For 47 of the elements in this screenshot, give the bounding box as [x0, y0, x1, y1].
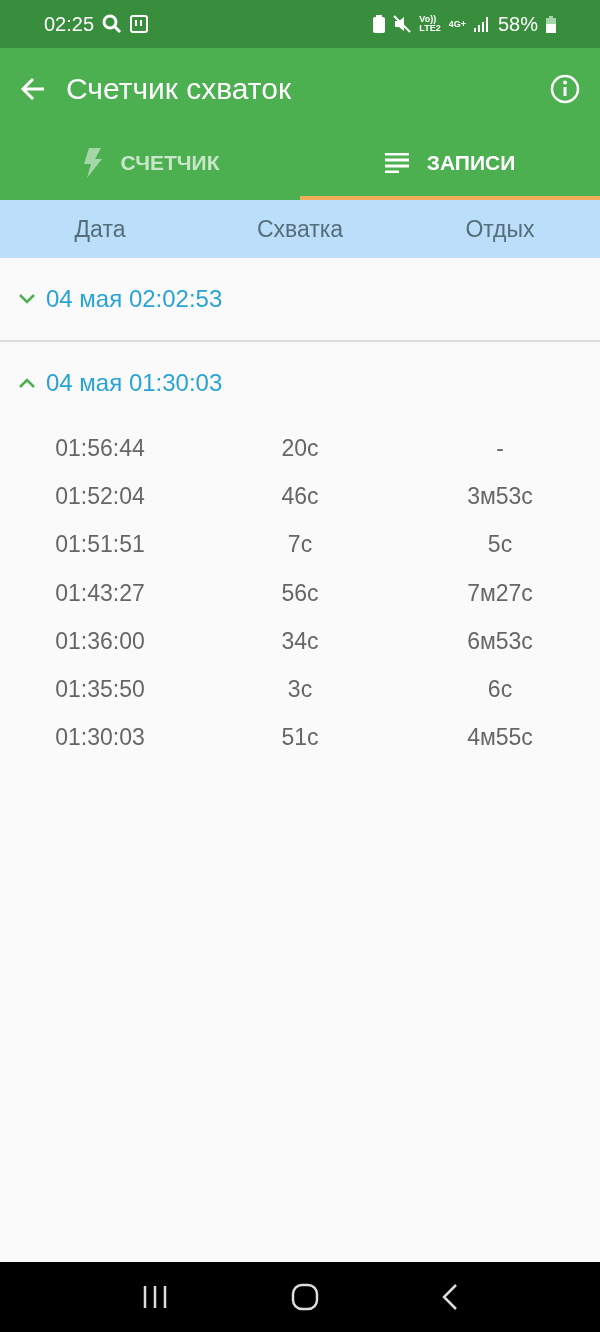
rest-cell-text: 4м55с — [466, 724, 534, 752]
battery-saver-icon — [373, 15, 386, 33]
signal-icon — [473, 16, 490, 32]
time-cell-text: 01:56:44 — [54, 434, 146, 462]
duration-cell-text: 3с — [286, 676, 314, 704]
duration-cell-text: 51с — [280, 724, 320, 752]
rest-cell-text: 5с — [486, 531, 514, 559]
tab[interactable]: СЧЕТЧИК — [0, 130, 300, 200]
rest-cell-text: 6с — [486, 676, 514, 704]
clock-time: 02:25 — [44, 12, 95, 36]
home-icon[interactable] — [291, 1283, 319, 1311]
duration-cell-text: 34с — [280, 627, 320, 655]
app-title: Счетчик схваток — [66, 72, 293, 106]
network-label: 4G+ — [448, 19, 466, 29]
duration-cell-text: 20с — [280, 434, 320, 462]
volte-label: Vo)) — [419, 15, 437, 24]
column-header: Отдых — [464, 215, 536, 243]
time-cell-text: 01:52:04 — [54, 482, 146, 510]
notification-icon — [130, 15, 149, 33]
lte-label: LTE2 — [419, 24, 441, 33]
search-icon — [102, 14, 123, 34]
mute-icon — [393, 15, 412, 33]
column-header: Дата — [73, 215, 127, 243]
duration-cell-text: 46с — [280, 482, 320, 510]
time-cell-text: 01:43:27 — [54, 579, 146, 607]
duration-cell-text: 7с — [286, 531, 314, 559]
time-cell-text: 01:36:00 — [54, 627, 146, 655]
time-cell-text: 01:30:03 — [54, 724, 146, 752]
list-icon — [384, 153, 409, 173]
battery-icon — [546, 15, 556, 33]
time-cell-text: 01:35:50 — [54, 676, 146, 704]
rest-cell-text: 7м27с — [466, 579, 534, 607]
duration-cell-text: 56с — [280, 579, 320, 607]
info-icon[interactable] — [550, 74, 580, 104]
rest-cell-text: - — [495, 434, 505, 462]
chevron-down-icon — [18, 293, 36, 305]
rest-cell-text: 3м53с — [466, 482, 534, 510]
back-arrow-icon[interactable] — [20, 77, 46, 101]
session-header[interactable]: 04 мая 01:30:03 — [0, 342, 600, 424]
battery-percent: 58% — [497, 12, 538, 36]
recent-apps-icon[interactable] — [141, 1285, 168, 1309]
column-header: Схватка — [255, 215, 345, 243]
back-icon[interactable] — [442, 1284, 459, 1310]
session-header[interactable]: 04 мая 02:02:53 — [0, 258, 600, 340]
time-cell-text: 01:51:51 — [54, 531, 146, 559]
chevron-up-icon — [18, 377, 36, 389]
rest-cell-text: 6м53с — [466, 627, 534, 655]
